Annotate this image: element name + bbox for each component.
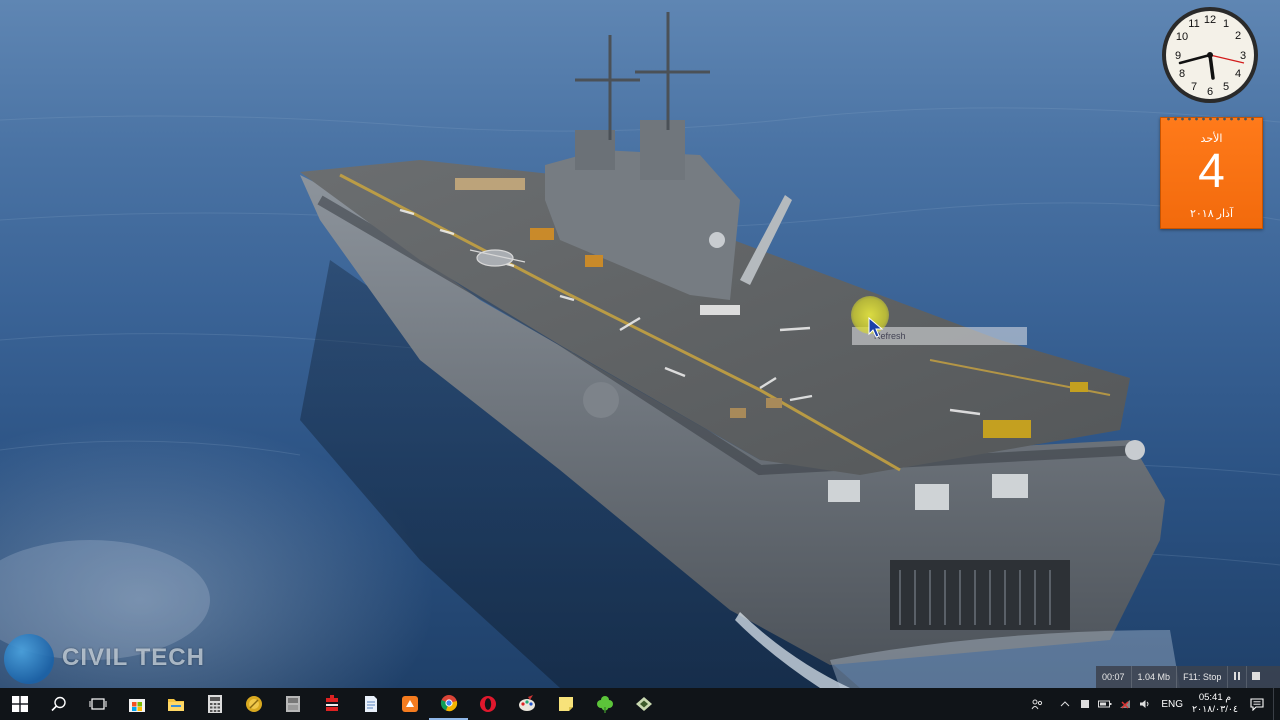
mouse-pointer-icon <box>868 317 884 338</box>
taskbar-app-file-explorer[interactable] <box>156 688 195 720</box>
chevron-up-icon[interactable] <box>1055 688 1075 720</box>
chrome-icon <box>440 695 457 712</box>
show-desktop-button[interactable] <box>1273 688 1280 720</box>
clock-gadget[interactable]: 12 1 2 345 678 9 10 11 <box>1160 5 1260 105</box>
clock-face-icon: 12 12 345 678 91011 <box>1162 7 1258 103</box>
windows-logo-icon <box>11 696 28 712</box>
search-icon <box>50 696 66 712</box>
calendar-day-number: 4 <box>1198 145 1225 198</box>
taskbar-app-orange[interactable] <box>390 688 429 720</box>
volume-icon[interactable] <box>1135 688 1155 720</box>
orange-app-icon <box>401 696 418 712</box>
svg-text:10: 10 <box>1176 31 1188 43</box>
people-icon[interactable] <box>1027 688 1047 720</box>
opera-icon <box>479 696 496 712</box>
calculator-icon <box>207 695 222 713</box>
red-app-icon <box>325 695 338 711</box>
taskbar-clock[interactable]: 05:41 م ٢٠١٨/٠٣/٠٤ <box>1189 692 1241 716</box>
battery-icon[interactable] <box>1095 688 1115 720</box>
calendar-day-name: الأحد <box>1200 133 1223 145</box>
store-icon <box>128 699 145 712</box>
stop-icon[interactable] <box>1247 666 1265 688</box>
svg-text:8: 8 <box>1179 68 1185 80</box>
start-button[interactable] <box>0 688 39 720</box>
svg-text:5: 5 <box>1223 81 1229 93</box>
taskbar-app-red[interactable] <box>312 688 351 720</box>
taskbar-app-paint[interactable] <box>507 688 546 720</box>
svg-text:1: 1 <box>1223 18 1229 30</box>
gray-app-icon <box>285 696 300 712</box>
taskbar-app-chrome[interactable] <box>429 688 468 720</box>
calendar-gadget[interactable]: الأحد 4 آذار ٢٠١٨ <box>1160 115 1263 229</box>
watermark: CIVIL TECH <box>4 634 224 684</box>
svg-text:11: 11 <box>1188 18 1199 30</box>
gold-coin-icon <box>245 696 262 712</box>
desktop-wallpaper <box>0 0 1280 688</box>
task-view-icon <box>89 698 106 710</box>
paint-icon <box>518 695 535 711</box>
recorder-size: 1.04 Mb <box>1132 666 1178 688</box>
recorder-hint: F11: Stop <box>1177 666 1229 688</box>
screen-recorder-bar[interactable]: 00:07 1.04 Mb F11: Stop <box>1096 666 1280 688</box>
recorder-elapsed: 00:07 <box>1096 666 1132 688</box>
svg-text:7: 7 <box>1191 81 1197 93</box>
taskbar-date: ٢٠١٨/٠٣/٠٤ <box>1191 704 1239 715</box>
taskbar-app-gray[interactable] <box>273 688 312 720</box>
folder-icon <box>167 699 184 711</box>
system-tray: ENG 05:41 م ٢٠١٨/٠٣/٠٤ <box>1027 688 1280 720</box>
language-indicator[interactable]: ENG <box>1155 699 1189 710</box>
svg-text:12: 12 <box>1204 14 1216 26</box>
civil-tech-logo-icon <box>4 634 54 684</box>
taskbar-app-store[interactable] <box>117 688 156 720</box>
notification-icon <box>1250 697 1264 711</box>
pause-icon[interactable] <box>1228 666 1248 688</box>
taskbar-app-gold[interactable] <box>234 688 273 720</box>
action-center-button[interactable] <box>1241 688 1273 720</box>
svg-text:2: 2 <box>1235 30 1241 42</box>
search-button[interactable] <box>39 688 78 720</box>
watermark-text: CIVIL TECH <box>62 644 205 671</box>
svg-text:3: 3 <box>1240 50 1246 62</box>
taskbar-app-solitaire[interactable] <box>585 688 624 720</box>
taskbar-app-green[interactable] <box>624 688 663 720</box>
task-view-button[interactable] <box>78 688 117 720</box>
svg-text:9: 9 <box>1175 50 1181 62</box>
calendar-month-year: آذار ٢٠١٨ <box>1189 208 1234 220</box>
green-app-icon <box>635 697 652 711</box>
taskbar-app-opera[interactable] <box>468 688 507 720</box>
sticky-note-icon <box>558 697 573 711</box>
network-icon[interactable] <box>1115 688 1135 720</box>
calendar-rings <box>1165 115 1258 123</box>
taskbar-app-calculator[interactable] <box>195 688 234 720</box>
svg-text:6: 6 <box>1207 86 1213 98</box>
tablet-mode-icon[interactable] <box>1075 688 1095 720</box>
taskbar: ENG 05:41 م ٢٠١٨/٠٣/٠٤ <box>0 688 1280 720</box>
document-icon <box>364 696 377 712</box>
taskbar-time: 05:41 م <box>1198 692 1232 703</box>
svg-text:4: 4 <box>1235 68 1241 80</box>
taskbar-app-sticky-notes[interactable] <box>546 688 585 720</box>
clover-icon <box>596 696 613 713</box>
wallpaper-art <box>0 12 1280 688</box>
taskbar-app-notepad[interactable] <box>351 688 390 720</box>
